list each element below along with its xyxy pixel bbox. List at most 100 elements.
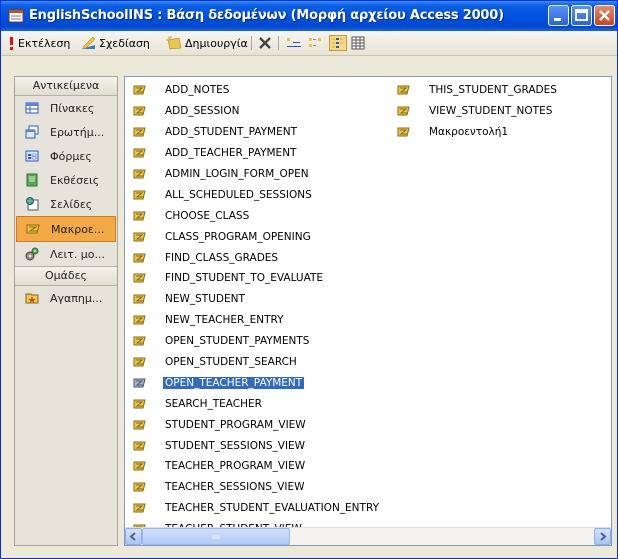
macro-item[interactable]: ADD_STUDENT_PAYMENT xyxy=(129,122,381,143)
macro-icon xyxy=(133,106,146,116)
macro-name: ADD_NOTES xyxy=(165,84,230,97)
macro-icon xyxy=(397,85,410,95)
small-icons-icon xyxy=(309,38,321,47)
macro-item[interactable]: CLASS_PROGRAM_OPENING xyxy=(129,226,381,247)
delete-button[interactable] xyxy=(258,35,272,51)
macros-list[interactable]: ADD_NOTES ADD_SESSION ADD_STUDENT_PAYMENT A… xyxy=(124,76,612,546)
sidebar-item-tables[interactable]: Πίνακες xyxy=(15,96,117,120)
design-label: Σχεδίαση xyxy=(99,36,150,50)
objects-bar: Αντικείμενα Πίνακες Ερωτήμ... Φόρμες Εκθ… xyxy=(14,76,118,546)
macro-icon xyxy=(133,211,146,221)
macro-item[interactable]: NEW_STUDENT xyxy=(129,289,381,310)
macro-icon xyxy=(133,253,146,263)
sidebar-item-macros[interactable]: Μακροε... xyxy=(16,216,116,242)
macro-item[interactable]: TEACHER_SESSIONS_VIEW xyxy=(129,477,381,498)
macro-item[interactable]: OPEN_TEACHER_PAYMENT xyxy=(129,372,381,393)
macro-item[interactable]: SEARCH_TEACHER xyxy=(129,393,381,414)
macro-icon xyxy=(133,482,146,492)
macro-item[interactable]: OPEN_STUDENT_PAYMENTS xyxy=(129,331,381,352)
macro-name: OPEN_STUDENT_PAYMENTS xyxy=(165,335,310,348)
macro-name: THIS_STUDENT_GRADES xyxy=(429,84,557,97)
sidebar-item-reports[interactable]: Εκθέσεις xyxy=(15,168,117,192)
minimize-button[interactable] xyxy=(548,5,569,26)
macro-icon xyxy=(397,127,410,137)
list-view-button[interactable] xyxy=(329,35,347,51)
macro-icon xyxy=(133,273,146,283)
grip-icon xyxy=(212,535,220,539)
run-icon xyxy=(10,37,13,50)
list-view-icon xyxy=(332,38,343,48)
objects-header[interactable]: Αντικείμενα xyxy=(15,77,117,96)
macro-item[interactable]: FIND_CLASS_GRADES xyxy=(129,247,381,268)
sidebar-item-favorites[interactable]: Αγαπημ... xyxy=(15,286,117,310)
macro-name: OPEN_TEACHER_PAYMENT xyxy=(161,375,306,390)
macro-item[interactable]: NEW_TEACHER_ENTRY xyxy=(129,310,381,331)
macro-item[interactable]: THIS_STUDENT_GRADES xyxy=(393,80,559,101)
macro-icon xyxy=(397,106,410,116)
large-icons-button[interactable] xyxy=(286,35,302,51)
macro-icon xyxy=(133,357,146,367)
sidebar-item-modules[interactable]: Λειτ. μο... xyxy=(15,242,117,266)
macro-item[interactable]: OPEN_STUDENT_SEARCH xyxy=(129,352,381,373)
arrow-right-icon xyxy=(600,532,607,541)
sidebar-item-label: Μακροε... xyxy=(51,222,105,236)
macro-name: OPEN_STUDENT_SEARCH xyxy=(165,356,297,369)
macro-icon xyxy=(133,190,146,200)
form-icon xyxy=(25,150,39,162)
close-button[interactable] xyxy=(594,5,615,26)
macro-name: ADD_STUDENT_PAYMENT xyxy=(165,126,298,139)
minimize-icon xyxy=(554,18,561,21)
macro-name: Μακροεντολή1 xyxy=(429,126,509,139)
scroll-right-button[interactable] xyxy=(594,528,611,545)
arrow-left-icon xyxy=(129,532,136,541)
macro-item[interactable]: CHOOSE_CLASS xyxy=(129,205,381,226)
title-bar[interactable]: EnglishSchoolINS : Βάση δεδομένων (Μορφή… xyxy=(1,1,617,31)
macro-item[interactable]: ALL_SCHEDULED_SESSIONS xyxy=(129,184,381,205)
macro-item[interactable]: FIND_STUDENT_TO_EVALUATE xyxy=(129,268,381,289)
macro-name: TEACHER_PROGRAM_VIEW xyxy=(165,460,306,473)
macro-icon xyxy=(133,336,146,346)
macro-item[interactable]: STUDENT_PROGRAM_VIEW xyxy=(129,414,381,435)
details-view-button[interactable] xyxy=(351,35,365,51)
macro-name: CLASS_PROGRAM_OPENING xyxy=(165,230,311,243)
macro-item[interactable]: ADD_NOTES xyxy=(129,80,381,101)
macro-item[interactable]: TEACHER_PROGRAM_VIEW xyxy=(129,456,381,477)
macro-item[interactable]: VIEW_STUDENT_NOTES xyxy=(393,101,559,122)
scroll-left-button[interactable] xyxy=(125,528,142,545)
create-button[interactable]: Δημιουργία xyxy=(166,35,248,51)
macro-name: ALL_SCHEDULED_SESSIONS xyxy=(165,188,312,201)
macro-icon xyxy=(133,503,146,513)
macro-name: ADD_TEACHER_PAYMENT xyxy=(165,147,297,160)
design-icon xyxy=(81,36,96,50)
sidebar-item-queries[interactable]: Ερωτήμ... xyxy=(15,120,117,144)
sidebar-item-pages[interactable]: Σελίδες xyxy=(15,192,117,216)
macro-icon xyxy=(133,315,146,325)
macro-name: TEACHER_STUDENT_EVALUATION_ENTRY xyxy=(165,502,379,515)
macros-column-2: THIS_STUDENT_GRADES VIEW_STUDENT_NOTES Μακ… xyxy=(393,80,559,143)
macro-icon xyxy=(133,441,146,451)
macro-item[interactable]: Μακροεντολή1 xyxy=(393,122,559,143)
maximize-icon xyxy=(575,9,588,21)
macro-item[interactable]: STUDENT_SESSIONS_VIEW xyxy=(129,435,381,456)
query-icon xyxy=(25,125,39,139)
sidebar-item-label: Αγαπημ... xyxy=(50,291,103,305)
small-icons-button[interactable] xyxy=(308,35,324,51)
run-button[interactable]: Εκτέλεση xyxy=(7,35,70,51)
design-button[interactable]: Σχεδίαση xyxy=(80,35,150,51)
macro-item[interactable]: ADD_SESSION xyxy=(129,101,381,122)
sidebar-item-forms[interactable]: Φόρμες xyxy=(15,144,117,168)
groups-header[interactable]: Ομάδες xyxy=(15,266,117,286)
sidebar-item-label: Λειτ. μο... xyxy=(50,247,106,261)
macro-item[interactable]: ADD_TEACHER_PAYMENT xyxy=(129,143,381,164)
macro-item[interactable]: ADMIN_LOGIN_FORM_OPEN xyxy=(129,164,381,185)
maximize-button[interactable] xyxy=(571,5,592,26)
scroll-thumb[interactable] xyxy=(142,528,290,545)
macro-item[interactable]: TEACHER_STUDENT_EVALUATION_ENTRY xyxy=(129,498,381,519)
macro-icon xyxy=(133,294,146,304)
macro-icon xyxy=(133,399,146,409)
sidebar-item-label: Ερωτήμ... xyxy=(50,125,105,139)
macro-icon xyxy=(133,85,146,95)
macro-icon xyxy=(133,232,146,242)
horizontal-scrollbar[interactable] xyxy=(125,527,611,545)
close-icon xyxy=(599,10,610,21)
